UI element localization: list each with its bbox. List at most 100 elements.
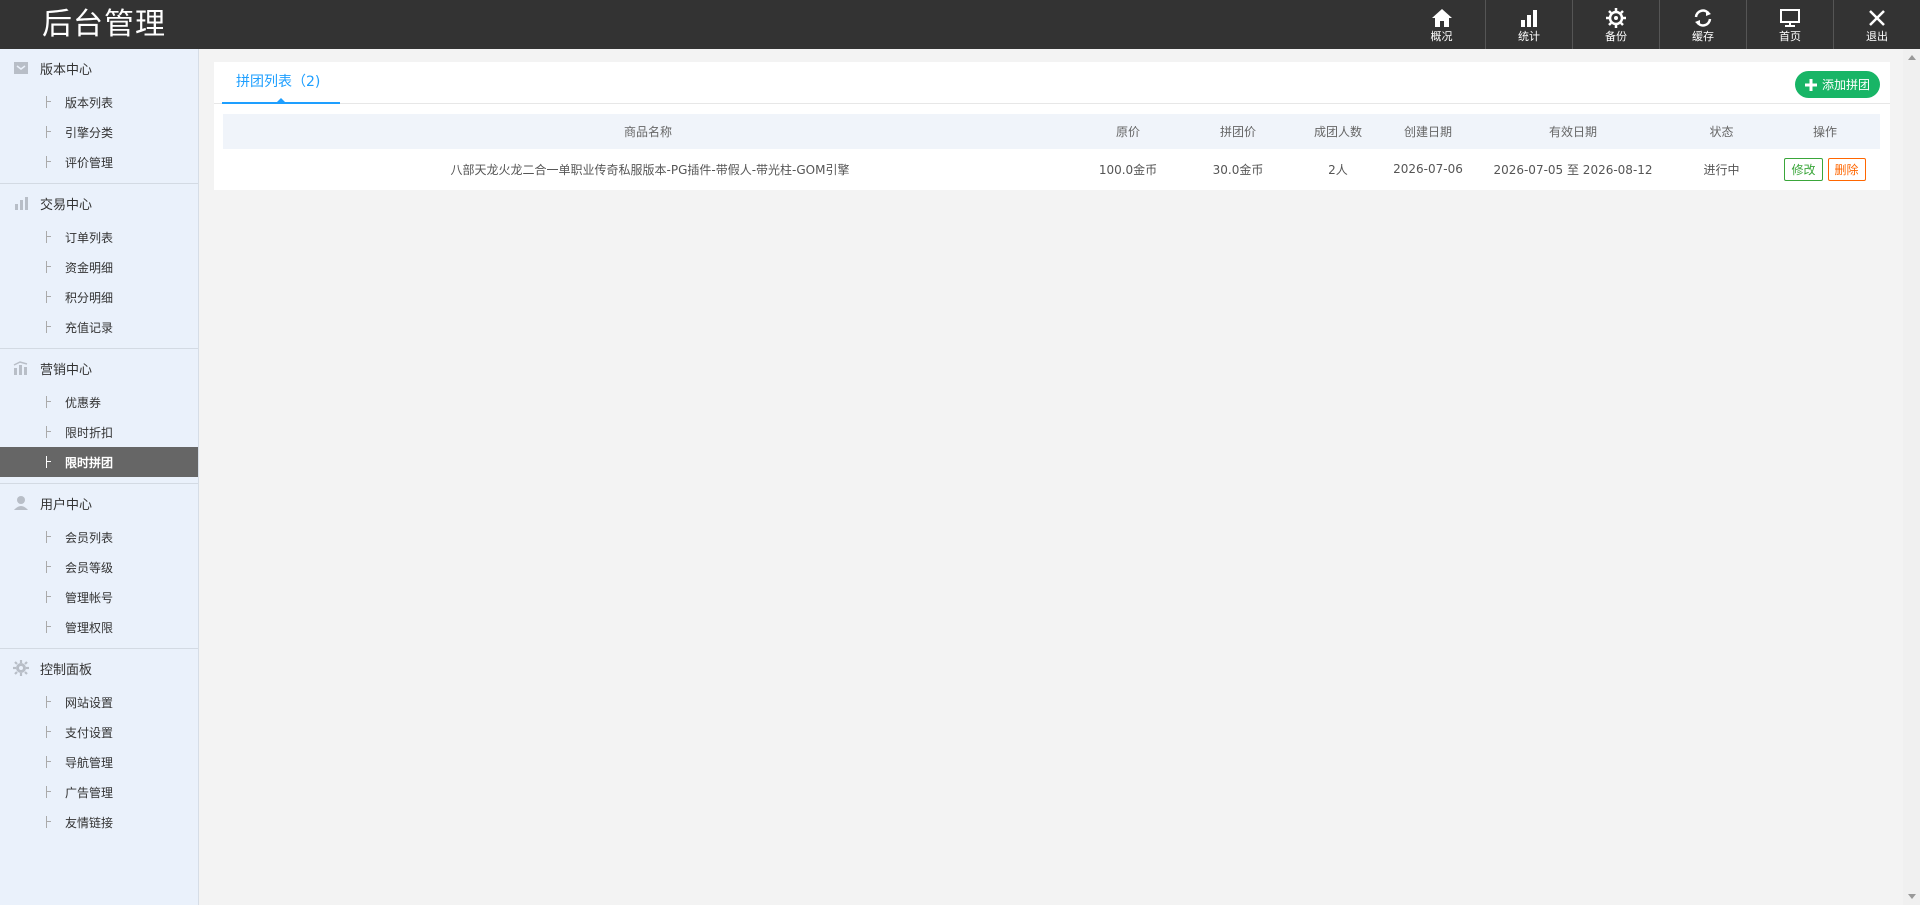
sidebar-group-label: 控制面板	[40, 662, 93, 678]
sidebar-item-label: 管理权限	[65, 620, 114, 635]
col-header-group-price: 拼团价	[1183, 114, 1293, 149]
created-date: 2026-07-06	[1393, 162, 1463, 176]
tab-group-buy-list[interactable]: 拼团列表（2)	[222, 62, 341, 104]
product-name-link[interactable]: 八部天龙火龙二合一单职业传奇私服版本-PG插件-带假人-带光柱-GOM引擎	[223, 149, 1073, 189]
sidebar: 版本中心 版本列表 引擎分类 评价管理 交易中心 订单列表 资金明细 积分明细 …	[0, 49, 199, 905]
tab-label: 拼团列表（2)	[236, 74, 321, 90]
chart-icon	[13, 361, 28, 375]
sidebar-group-label: 用户中心	[40, 497, 93, 513]
group-buy-table: 商品名称 原价 拼团价 成团人数 创建日期 有效日期 状态 操作 八部天龙火龙二…	[223, 114, 1880, 189]
plus-icon	[1804, 78, 1817, 91]
sidebar-item-label: 引擎分类	[65, 125, 114, 140]
col-header-created: 创建日期	[1383, 114, 1473, 149]
scroll-up-icon[interactable]	[1908, 55, 1916, 60]
sidebar-item-label: 评价管理	[65, 155, 114, 170]
nav-label: 首页	[1779, 30, 1801, 43]
nav-label: 缓存	[1692, 30, 1714, 43]
sidebar-item-friend-links[interactable]: 友情链接	[0, 807, 198, 837]
original-price: 100.0金币	[1098, 162, 1158, 177]
sidebar-item-points[interactable]: 积分明细	[0, 282, 198, 312]
sidebar-group-title[interactable]: 交易中心	[0, 184, 198, 222]
nav-backup[interactable]: 备份	[1572, 0, 1659, 49]
sidebar-item-label: 管理帐号	[65, 590, 114, 605]
sidebar-item-review[interactable]: 评价管理	[0, 147, 198, 177]
nav-label: 备份	[1605, 30, 1627, 43]
home-icon	[1431, 9, 1452, 27]
sidebar-item-label: 限时折扣	[65, 425, 114, 440]
tab-bar: 拼团列表（2) 添加拼团	[214, 62, 1890, 104]
sidebar-item-engine-category[interactable]: 引擎分类	[0, 117, 198, 147]
col-header-status: 状态	[1673, 114, 1770, 149]
sidebar-group-marketing: 营销中心 优惠券 限时折扣 限时拼团	[0, 349, 198, 484]
sidebar-item-permissions[interactable]: 管理权限	[0, 612, 198, 642]
sidebar-item-label: 充值记录	[65, 320, 114, 335]
sidebar-item-label: 限时拼团	[65, 455, 114, 470]
sidebar-item-label: 友情链接	[65, 815, 114, 830]
add-group-buy-button[interactable]: 添加拼团	[1794, 71, 1880, 98]
user-icon	[14, 496, 28, 510]
table-header-row: 商品名称 原价 拼团价 成团人数 创建日期 有效日期 状态 操作	[223, 114, 1880, 149]
sidebar-item-label: 订单列表	[65, 230, 114, 245]
sidebar-item-label: 网站设置	[65, 695, 114, 710]
sidebar-item-members[interactable]: 会员列表	[0, 522, 198, 552]
logo: 后台管理	[42, 7, 166, 42]
sidebar-item-member-levels[interactable]: 会员等级	[0, 552, 198, 582]
sidebar-item-ads[interactable]: 广告管理	[0, 777, 198, 807]
col-header-group-size: 成团人数	[1293, 114, 1383, 149]
sidebar-item-orders[interactable]: 订单列表	[0, 222, 198, 252]
sidebar-group-title[interactable]: 控制面板	[0, 649, 198, 687]
sidebar-item-version-list[interactable]: 版本列表	[0, 87, 198, 117]
sidebar-item-flash-discount[interactable]: 限时折扣	[0, 417, 198, 447]
sidebar-group-control: 控制面板 网站设置 支付设置 导航管理 广告管理 友情链接	[0, 649, 198, 843]
gear-icon	[13, 660, 29, 676]
refresh-icon	[1694, 9, 1712, 27]
sidebar-group-label: 营销中心	[40, 362, 93, 378]
delete-button[interactable]: 删除	[1827, 157, 1866, 181]
sidebar-item-coupons[interactable]: 优惠券	[0, 387, 198, 417]
sidebar-item-payment-settings[interactable]: 支付设置	[0, 717, 198, 747]
nav-label: 概况	[1430, 30, 1453, 43]
valid-date-range: 2026-07-05 至 2026-08-12	[1493, 162, 1653, 177]
sidebar-item-recharge[interactable]: 充值记录	[0, 312, 198, 342]
tab-caret-icon	[276, 98, 286, 103]
bar-chart-icon	[1521, 10, 1537, 27]
sidebar-group-title[interactable]: 营销中心	[0, 349, 198, 387]
sidebar-group-label: 版本中心	[40, 62, 93, 78]
table-row: 八部天龙火龙二合一单职业传奇私服版本-PG插件-带假人-带光柱-GOM引擎 10…	[223, 149, 1880, 189]
col-header-name: 商品名称	[223, 114, 1073, 149]
sidebar-item-label: 资金明细	[65, 260, 114, 275]
sidebar-item-label: 优惠券	[65, 395, 102, 410]
status-badge: 进行中	[1703, 162, 1740, 177]
nav-overview[interactable]: 概况	[1398, 0, 1485, 49]
sidebar-item-group-buy[interactable]: 限时拼团	[0, 447, 198, 477]
scroll-down-icon[interactable]	[1908, 894, 1916, 899]
sidebar-item-label: 导航管理	[65, 755, 114, 770]
nav-logout[interactable]: 退出	[1833, 0, 1920, 49]
sidebar-group-title[interactable]: 版本中心	[0, 49, 198, 87]
gear-icon	[1606, 8, 1626, 28]
sidebar-item-label: 支付设置	[65, 725, 114, 740]
bar-chart-icon	[15, 197, 28, 210]
edit-button[interactable]: 修改	[1784, 157, 1823, 181]
page-scrollbar[interactable]	[1903, 49, 1920, 905]
add-button-label: 添加拼团	[1821, 78, 1870, 92]
monitor-icon	[1780, 9, 1800, 27]
nav-label: 退出	[1866, 30, 1888, 43]
sidebar-item-nav-manage[interactable]: 导航管理	[0, 747, 198, 777]
main-panel: 拼团列表（2) 添加拼团 商品名称 原价 拼团价 成团人数 创建日期 有效日期 …	[214, 62, 1890, 190]
top-header: 后台管理 概况 统计 备份 缓存 首页 退出	[0, 0, 1920, 49]
sidebar-item-label: 会员列表	[65, 530, 114, 545]
sidebar-item-site-settings[interactable]: 网站设置	[0, 687, 198, 717]
row-actions: 修改 删除	[1770, 149, 1880, 189]
group-size: 2人	[1328, 162, 1348, 177]
sidebar-item-admin-accounts[interactable]: 管理帐号	[0, 582, 198, 612]
col-header-original-price: 原价	[1073, 114, 1183, 149]
sidebar-group-user: 用户中心 会员列表 会员等级 管理帐号 管理权限	[0, 484, 198, 649]
sidebar-group-title[interactable]: 用户中心	[0, 484, 198, 522]
col-header-valid: 有效日期	[1473, 114, 1673, 149]
sidebar-item-funds[interactable]: 资金明细	[0, 252, 198, 282]
sidebar-item-label: 版本列表	[65, 95, 114, 110]
nav-home[interactable]: 首页	[1746, 0, 1833, 49]
nav-stats[interactable]: 统计	[1485, 0, 1572, 49]
nav-cache[interactable]: 缓存	[1659, 0, 1746, 49]
